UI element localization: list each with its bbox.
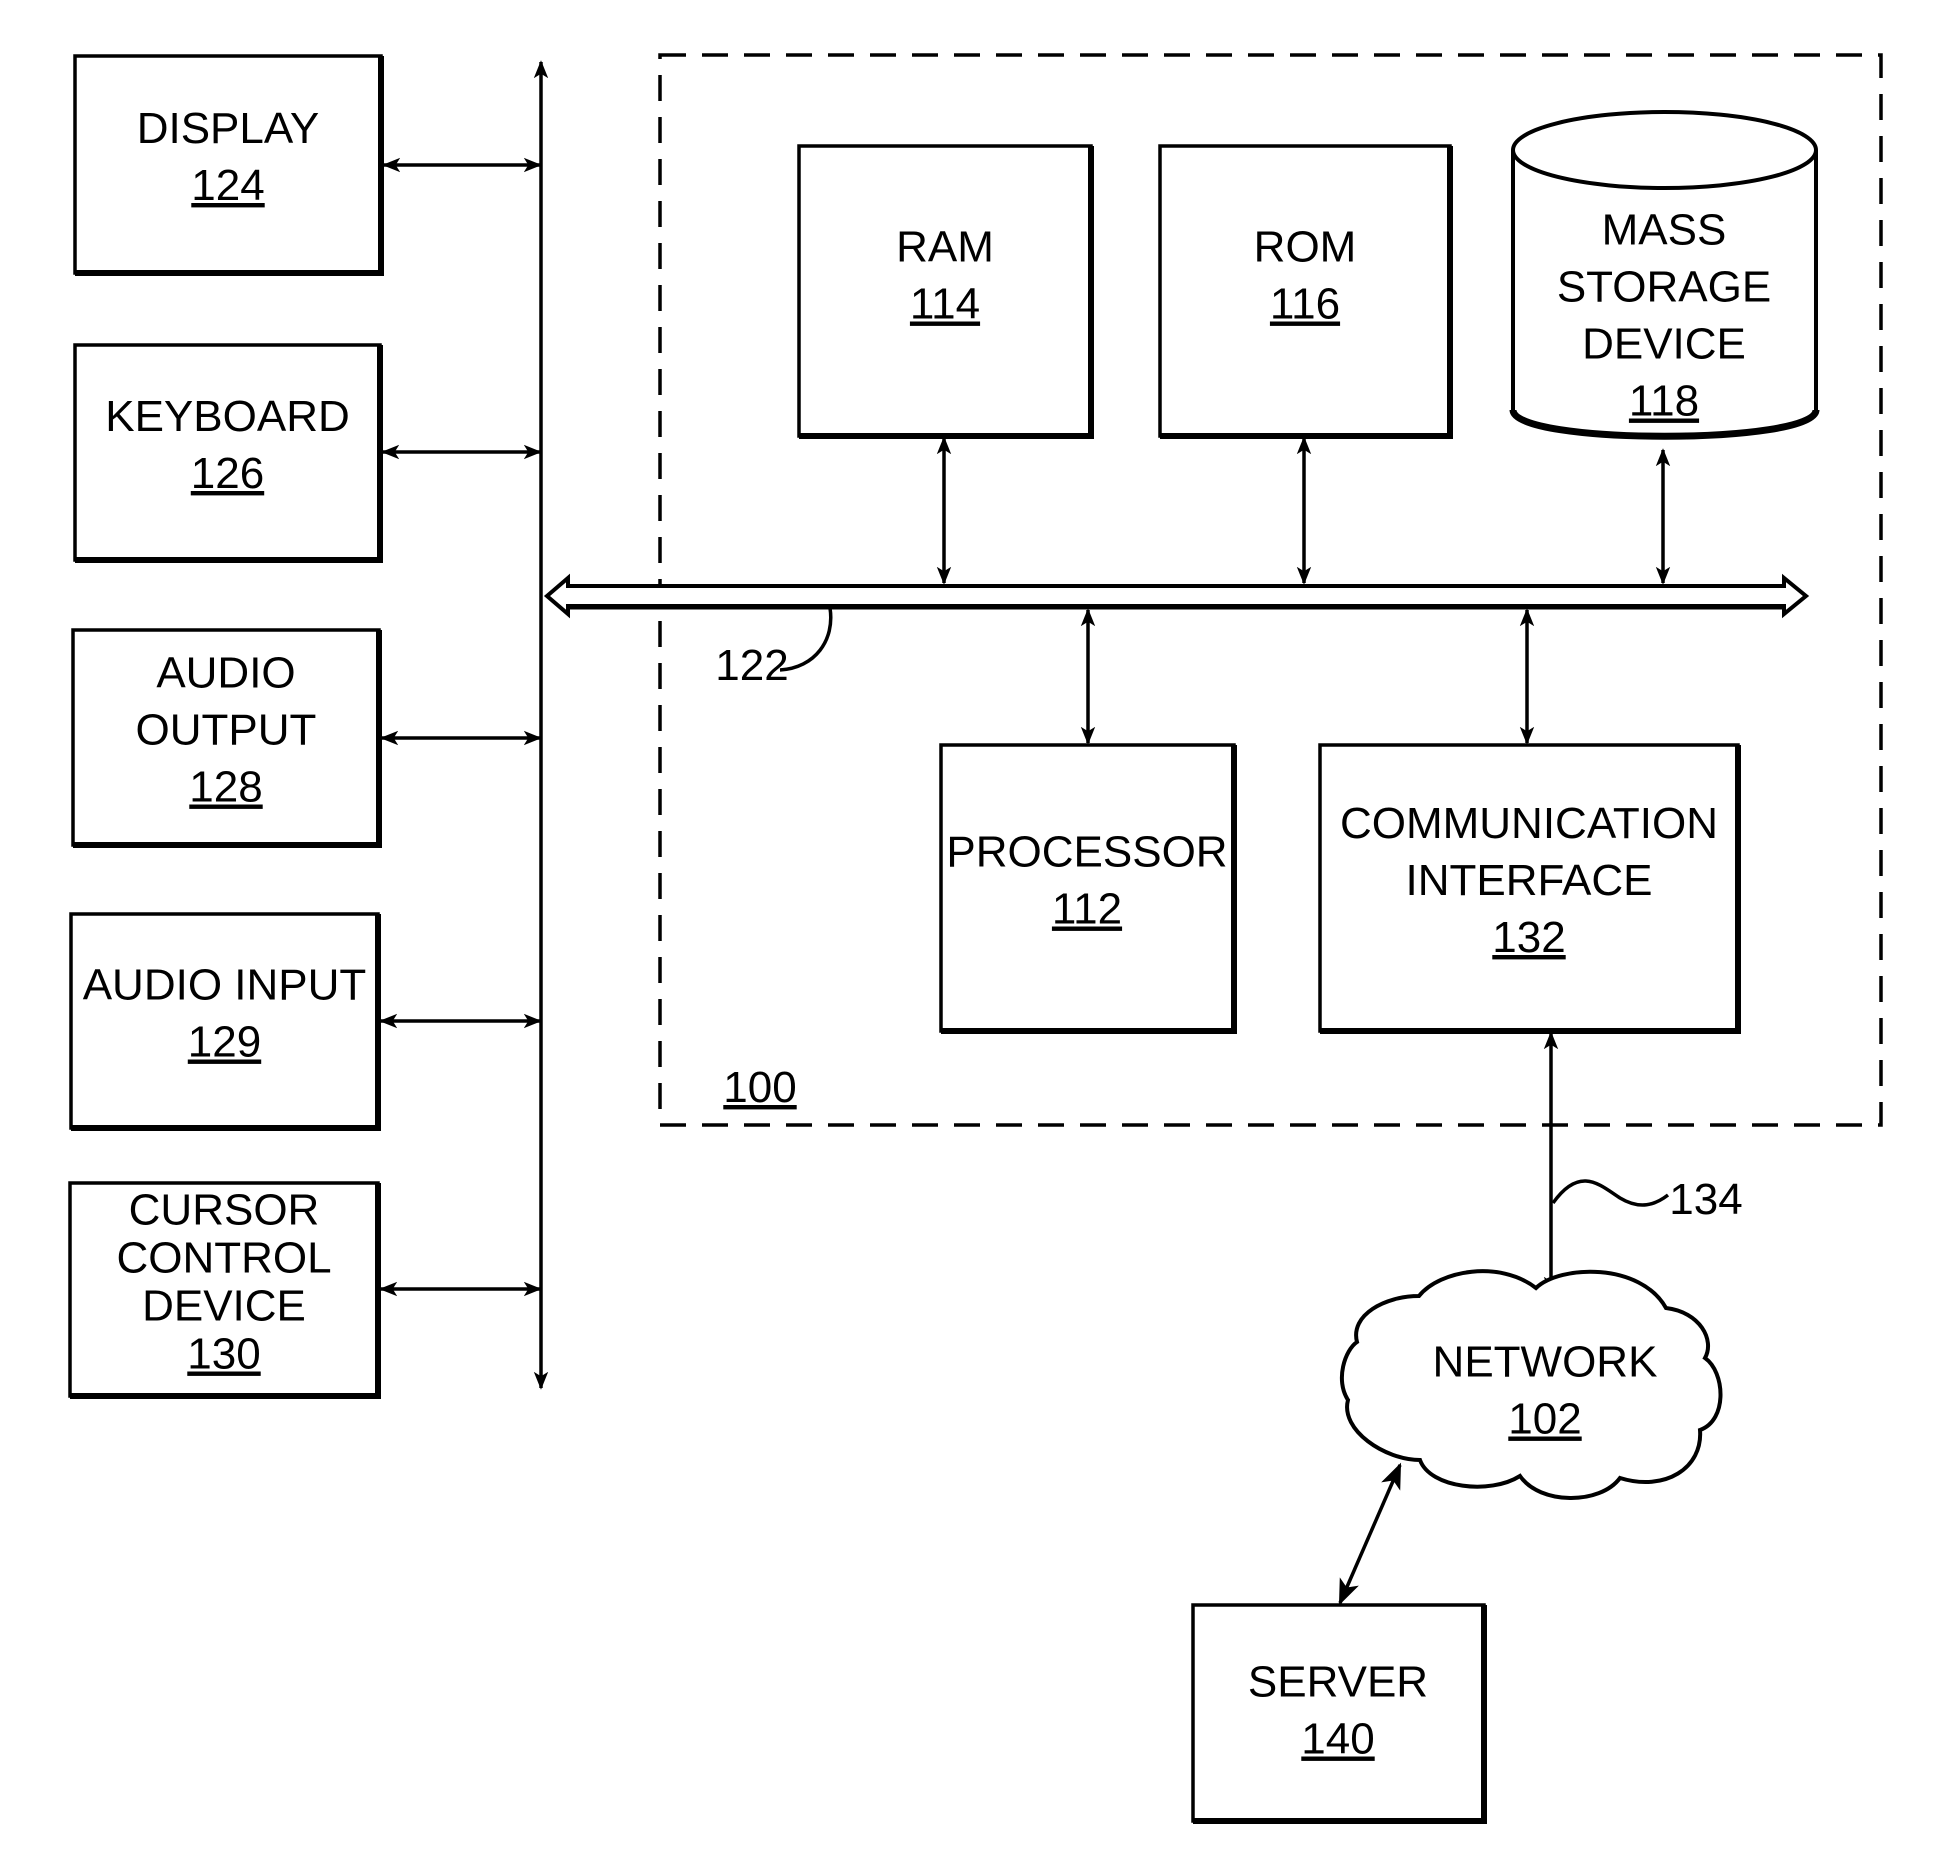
processor-label-line: PROCESSOR: [946, 828, 1227, 877]
ram-label-line: RAM: [896, 223, 994, 272]
cylinder-top: [1511, 110, 1818, 190]
processor-box: PROCESSOR 112: [939, 743, 1237, 1034]
rom-box: ROM 116: [1158, 144, 1453, 439]
audio-output-label-line: OUTPUT: [136, 706, 317, 755]
rom-ref-number: 116: [1270, 280, 1340, 329]
link-ref-label: 134: [1669, 1175, 1742, 1224]
cursor-control-device-label-line: CURSOR: [129, 1186, 320, 1235]
server-ref-number: 140: [1301, 1715, 1374, 1764]
processor-ref-number: 112: [1052, 885, 1122, 934]
mass-storage-label-line: MASS: [1602, 206, 1727, 255]
server-box-frame: [1191, 1603, 1486, 1823]
rom-label-line: ROM: [1254, 223, 1357, 272]
block-diagram: DISPLAY124KEYBOARD126AUDIOOUTPUT128AUDIO…: [68, 53, 1883, 1824]
mass-storage-cylinder: MASS STORAGE DEVICE 118: [1509, 110, 1820, 440]
audio-input-ref-number: 129: [188, 1018, 261, 1067]
keyboard-box: KEYBOARD 126: [73, 343, 383, 563]
mass-storage-ref-number: 118: [1629, 377, 1699, 426]
display-box: DISPLAY 124: [73, 54, 384, 276]
audio-output-ref-number: 128: [189, 763, 262, 812]
link-leader-line: [1551, 1179, 1670, 1207]
comm-interface-label-line: INTERFACE: [1406, 856, 1653, 905]
cursor-control-device-label-line: CONTROL: [116, 1234, 331, 1283]
comm-interface-box: COMMUNICATION INTERFACE 132: [1318, 743, 1741, 1034]
audio-input-box: AUDIO INPUT 129: [69, 912, 381, 1131]
display-ref-number: 124: [191, 161, 264, 210]
cursor-control-device-ref-number: 130: [187, 1330, 260, 1379]
bus-ref-label: 122: [715, 641, 788, 690]
ram-box: RAM 114: [797, 144, 1094, 439]
audio-output-box: AUDIO OUTPUT 128: [71, 628, 382, 848]
audio-output-label-line: AUDIO: [156, 649, 295, 698]
mass-storage-label-line: DEVICE: [1582, 320, 1746, 369]
mass-storage-label-line: STORAGE: [1557, 263, 1771, 312]
display-label-line: DISPLAY: [137, 104, 320, 153]
keyboard-ref-number: 126: [191, 449, 264, 498]
server-box: SERVER 140: [1191, 1603, 1487, 1824]
network-label-line: NETWORK: [1433, 1338, 1658, 1387]
comm-interface-label-line: COMMUNICATION: [1340, 799, 1718, 848]
system-ref-label: 100: [723, 1063, 796, 1112]
ram-ref-number: 114: [910, 280, 980, 329]
keyboard-label-line: KEYBOARD: [105, 392, 350, 441]
audio-input-label-line: AUDIO INPUT: [83, 961, 367, 1010]
server-label-line: SERVER: [1248, 1658, 1428, 1707]
cursor-control-device-label-line: DEVICE: [142, 1282, 306, 1331]
comm-interface-ref-number: 132: [1492, 913, 1565, 962]
network-ref-number: 102: [1508, 1395, 1581, 1444]
server-network-connector: [1338, 1462, 1402, 1606]
cursor-control-device-box: CURSORCONTROLDEVICE130: [68, 1181, 381, 1399]
